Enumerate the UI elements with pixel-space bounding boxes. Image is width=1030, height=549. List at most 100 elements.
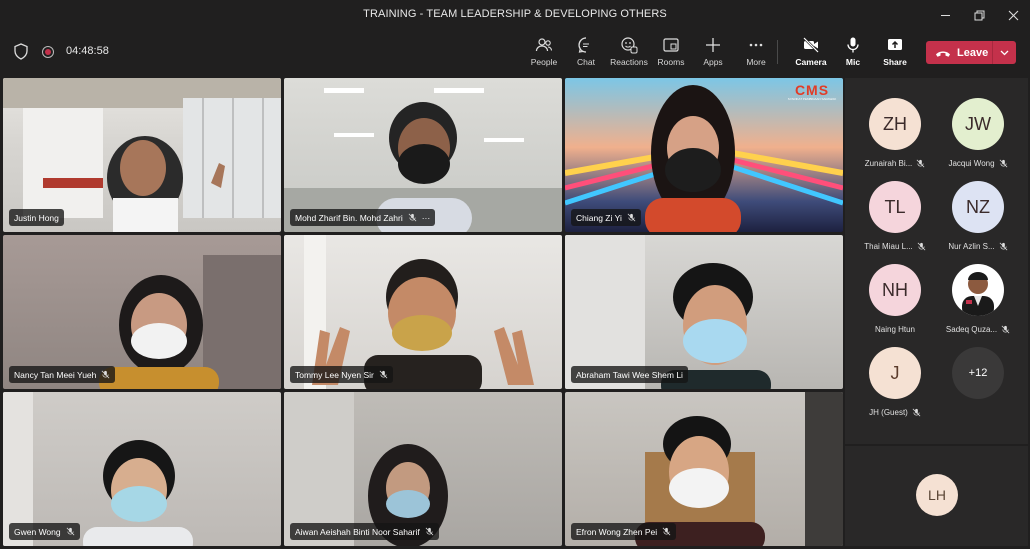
mic-icon [847,37,859,53]
mic-off-icon [379,370,388,379]
close-icon [1008,10,1018,20]
chat-button[interactable]: Chat [564,36,608,72]
chevron-down-icon [1000,50,1009,55]
mic-off-icon [662,527,671,536]
window-controls [928,0,1030,30]
mic-off-icon [627,213,636,222]
more-participants-count: +12 [952,347,1004,399]
video-tile[interactable]: Justin Hong [3,78,281,232]
shield-icon [14,43,28,60]
rooms-label: Rooms [657,57,685,67]
hang-up-icon [936,51,950,57]
avatar: TL [869,181,921,233]
participant-name-tag: Efron Wong Zhen Pei [571,523,677,540]
participant-name-tag: Gwen Wong [9,523,80,540]
mic-off-icon [917,242,926,251]
roster-participant[interactable]: JW Jacqui Wong [938,98,1018,168]
video-tile[interactable]: Abraham Tawi Wee Shem Li [565,235,843,389]
roster-participant[interactable]: Sadeq Quza... [938,264,1018,334]
leave-label: Leave [957,46,989,59]
mic-button[interactable]: Mic [831,36,875,72]
people-button[interactable]: People [522,36,566,72]
participant-name-tag: Tommy Lee Nyen Sir [290,366,393,383]
mic-label: Mic [845,57,861,67]
meeting-toolbar: 04:48:58 People Chat Reactions Rooms App… [0,30,1030,74]
mic-off-icon [999,159,1007,168]
more-icon [749,43,763,47]
restore-icon [974,10,984,20]
camera-button[interactable]: Camera [789,36,833,72]
avatar: ZH [869,98,921,150]
roster-participant[interactable]: NZ Nur Azlin S... [938,181,1018,251]
avatar [952,264,1004,316]
roster-participant[interactable]: ZH Zunairah Bi... [855,98,935,168]
more-participants-button[interactable]: +12 [938,347,1018,399]
share-icon [888,39,902,50]
participant-name: JH (Guest) [869,408,908,417]
reactions-label: Reactions [610,57,648,67]
participant-name-tag: Chiang Zi Yi [571,209,641,226]
video-tile[interactable]: CMS SYARIKAT PEMBINAAN SARAWAK Chiang Zi… [565,78,843,232]
share-label: Share [883,57,907,67]
reactions-icon [621,37,638,54]
participant-name-tag: Abraham Tawi Wee Shem Li [571,366,688,383]
participant-name: Nur Azlin S... [948,242,995,251]
minimize-icon [940,14,950,16]
camera-label: Camera [795,57,827,67]
mic-off-icon [916,159,925,168]
more-button[interactable]: More [734,36,778,72]
leave-main[interactable]: Leave [926,41,992,64]
chat-icon [578,37,589,53]
video-tile[interactable]: Gwen Wong [3,392,281,546]
video-tile[interactable]: Mohd Zharif Bin. Mohd Zahri ··· [284,78,562,232]
participant-name-tag: Aiwan Aeishah Binti Noor Saharif [290,523,439,540]
participant-name-tag: Justin Hong [9,209,64,226]
rooms-button[interactable]: Rooms [649,36,693,72]
self-preview[interactable]: LH [845,446,1028,546]
avatar: JW [952,98,1004,150]
toolbar-divider [777,40,778,64]
rooms-icon [663,38,679,52]
more-label: More [746,57,766,67]
participant-name: Naing Htun [874,325,916,334]
participant-name-tag: Mohd Zharif Bin. Mohd Zahri ··· [290,209,436,226]
chat-label: Chat [577,57,595,67]
participant-name: Zunairah Bi... [864,159,913,168]
leave-options-button[interactable] [993,50,1016,56]
recording-icon [42,46,54,58]
participant-name: Sadeq Quza... [945,325,998,334]
title-bar: TRAINING - TEAM LEADERSHIP & DEVELOPING … [0,0,1030,30]
share-button[interactable]: Share [873,36,917,72]
participant-name: Thai Miau L... [864,242,913,251]
profile-photo [962,272,994,316]
meeting-timer: 04:48:58 [66,45,109,57]
participant-name-tag: Nancy Tan Meei Yueh [9,366,116,383]
video-tile[interactable]: Aiwan Aeishah Binti Noor Saharif [284,392,562,546]
apps-button[interactable]: Apps [691,36,735,72]
roster-participant[interactable]: J JH (Guest) [855,347,935,417]
restore-button[interactable] [962,0,996,30]
video-tile[interactable]: Efron Wong Zhen Pei [565,392,843,546]
mic-off-icon [102,370,110,379]
mic-off-icon [66,527,75,536]
participant-roster: ZH Zunairah Bi... JW Jacqui Wong TL Thai… [845,78,1028,444]
mic-off-icon [912,408,921,417]
reactions-button[interactable]: Reactions [607,36,651,72]
mic-off-icon [425,527,434,536]
video-tile[interactable]: Tommy Lee Nyen Sir [284,235,562,389]
avatar: J [869,347,921,399]
plus-icon [706,38,720,52]
roster-participant[interactable]: NH Naing Htun [855,264,935,334]
mic-off-icon [999,242,1008,251]
minimize-button[interactable] [928,0,962,30]
video-tile[interactable]: Nancy Tan Meei Yueh [3,235,281,389]
mic-off-icon [408,213,417,222]
participant-name: Jacqui Wong [948,159,995,168]
avatar: NZ [952,181,1004,233]
avatar: NH [869,264,921,316]
close-button[interactable] [996,0,1030,30]
mic-off-icon [1001,325,1010,334]
people-label: People [530,57,558,67]
leave-button[interactable]: Leave [926,41,1016,64]
roster-participant[interactable]: TL Thai Miau L... [855,181,935,251]
